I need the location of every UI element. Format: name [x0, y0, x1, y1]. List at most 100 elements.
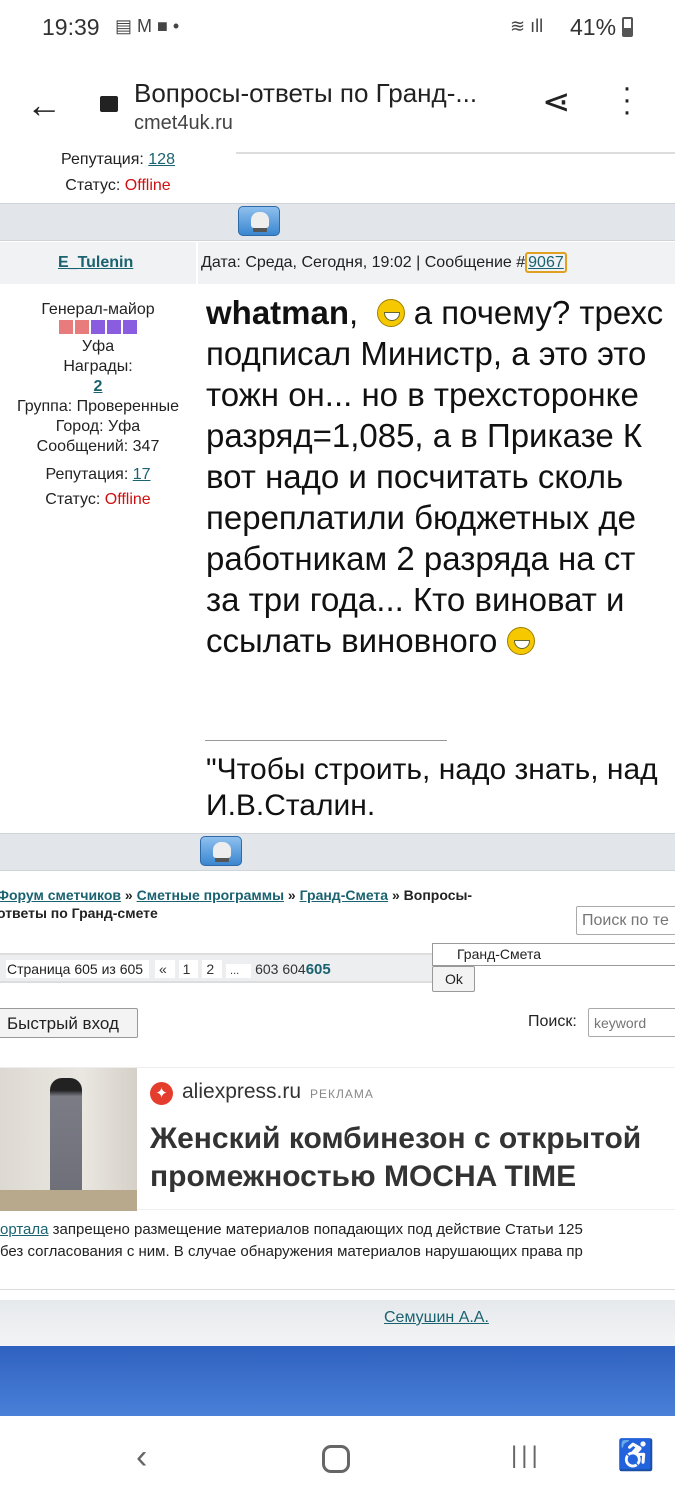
nav-home-button[interactable] [322, 1445, 350, 1473]
awards-label: Награды: [63, 358, 133, 375]
post-line: за три года... Кто виноват и [206, 581, 625, 618]
author-info: Генерал-майор Уфа Награды: 2 Группа: Про… [0, 300, 196, 510]
status-value: Offline [104, 491, 151, 508]
search-label: Поиск: [528, 1013, 577, 1030]
disclaimer-text: запрещено размещение материалов попадающ… [48, 1221, 583, 1238]
location: Уфа [81, 338, 115, 355]
back-button[interactable]: ← [26, 84, 62, 126]
messages-count: Сообщений: 347 [36, 438, 160, 455]
notification-icons: ▤ M ■ • [115, 16, 180, 36]
addressee: whatman [206, 294, 350, 331]
more-menu-icon[interactable]: · · · [622, 73, 632, 127]
signature-line: И.В.Сталин. [206, 789, 376, 822]
rep-link[interactable]: 17 [133, 466, 151, 483]
pagination: Страница 605 из 605 « 1 2 ... 603 604605 [0, 953, 432, 983]
battery-icon [622, 17, 633, 37]
post-line: вот надо и посчитать сколь [206, 458, 624, 495]
forum-select[interactable]: Гранд-Смета [432, 943, 675, 966]
post-line: подписал Министр, а это это [206, 335, 647, 372]
city: Город: Уфа [55, 418, 141, 435]
footer-divider [0, 1289, 675, 1290]
prev-user-info: Репутация: 128 Статус: Offline [0, 150, 236, 196]
footer-bar [0, 1300, 675, 1346]
battery-text: 41% [570, 14, 617, 40]
post-date: Дата: Среда, Сегодня, 19:02 | Сообщение … [201, 252, 567, 273]
group: Группа: Проверенные [17, 398, 179, 415]
ad-title[interactable]: Женский комбинезон с открытой промежност… [150, 1120, 641, 1196]
signature: "Чтобы строить, надо знать, над И.В.Стал… [206, 752, 658, 824]
nav-back-button[interactable]: ‹ [136, 1438, 147, 1477]
page-title: Вопросы-ответы по Гранд-... [134, 78, 478, 108]
breadcrumb-forum[interactable]: Форум сметчиков [0, 887, 121, 903]
post-header-divider [196, 242, 198, 284]
footer-author-link[interactable]: Семушин А.А. [384, 1309, 489, 1327]
page-link[interactable]: 1 [178, 960, 199, 978]
share-icon[interactable]: ⋖ [542, 82, 571, 122]
disclaimer-text: без согласования с ним. В случае обнаруж… [0, 1243, 583, 1260]
rank: Генерал-майор [41, 301, 155, 318]
ad-source: aliexpress.ru [182, 1080, 302, 1103]
post-body: whatman, а почему? трехс подписал Минист… [206, 294, 664, 659]
laugh-emoji-icon [506, 627, 535, 655]
status-time: 19:39 [42, 14, 100, 40]
laugh-emoji-icon [376, 299, 405, 327]
author-link[interactable]: E_Tulenin [58, 254, 133, 272]
ad-tag: РЕКЛАМА [310, 1087, 374, 1101]
nav-recents-button[interactable]: ||| [511, 1442, 542, 1470]
portal-link[interactable]: ортала [0, 1221, 49, 1238]
status-label: Статус: [65, 177, 125, 194]
rank-bar [59, 320, 137, 334]
ad-banner[interactable]: ✦ aliexpress.ru РЕКЛАМА Женский комбинез… [0, 1067, 675, 1211]
signature-divider [205, 740, 447, 741]
signal-icons: ≋ ıll [510, 16, 544, 36]
profile-icon[interactable] [200, 836, 242, 866]
profile-icon[interactable] [238, 206, 280, 236]
lock-icon [100, 96, 118, 112]
status-value: Offline [124, 177, 171, 194]
accessibility-icon[interactable]: ♿ [617, 1438, 654, 1473]
dot: • [172, 16, 180, 36]
ad-image[interactable] [0, 1068, 137, 1211]
status-label: Статус: [45, 491, 105, 508]
date-text: Дата: Среда, Сегодня, 19:02 | Сообщение … [201, 254, 526, 271]
topic-search-input[interactable] [576, 906, 675, 935]
post-line: ссылать виновного [206, 622, 498, 659]
page-link[interactable]: 2 [202, 960, 223, 978]
rep-link[interactable]: 128 [148, 151, 175, 168]
signature-line: "Чтобы строить, надо знать, над [206, 753, 658, 786]
url-domain[interactable]: cmet4uk.ru [134, 112, 233, 135]
breadcrumb-programs[interactable]: Сметные программы [137, 887, 284, 903]
ok-button[interactable]: Ok [432, 966, 475, 992]
breadcrumb-grand-smeta[interactable]: Гранд-Смета [300, 887, 388, 903]
message-number-link[interactable]: 9067 [525, 252, 567, 273]
ad-title-line: промежностью MOCHA TIME [150, 1160, 577, 1193]
post-line: работникам 2 разряда на ст [206, 540, 636, 577]
sep: » [121, 887, 137, 903]
keyword-search-input[interactable] [588, 1008, 675, 1037]
page-current: 605 [305, 961, 331, 978]
sep: » [388, 887, 404, 903]
post-action-bar [0, 833, 675, 871]
ad-title-line: Женский комбинезон с открытой [150, 1122, 642, 1155]
post-line: а почему? трехс [413, 294, 664, 331]
breadcrumb-current: Вопросы- [403, 887, 473, 903]
page-prev[interactable]: « [154, 960, 175, 978]
post-action-bar [0, 203, 675, 241]
sep: » [284, 887, 300, 903]
page-label: Страница 605 из 605 [6, 960, 150, 978]
post-line: переплатили бюджетных де [206, 499, 636, 536]
rep-label: Репутация: [45, 466, 133, 483]
page-link[interactable]: ... [226, 964, 252, 978]
breadcrumb: Форум сметчиков » Сметные программы » Гр… [0, 886, 472, 922]
quick-login-button[interactable]: Быстрый вход [0, 1008, 138, 1038]
footer-blue-band [0, 1346, 675, 1416]
page-link[interactable]: 604 [282, 961, 305, 977]
rep-label: Репутация: [61, 151, 149, 168]
page-link[interactable]: 603 [255, 961, 278, 977]
post-line: тожн он... но в трехсторонке [206, 376, 639, 413]
post-line: разряд=1,085, а в Приказе К [206, 417, 643, 454]
breadcrumb-current: ответы по Гранд-смете [0, 905, 158, 921]
awards-link[interactable]: 2 [94, 378, 103, 395]
aliexpress-logo-icon: ✦ [150, 1082, 173, 1105]
disclaimer: ортала запрещено размещение материалов п… [0, 1219, 583, 1263]
